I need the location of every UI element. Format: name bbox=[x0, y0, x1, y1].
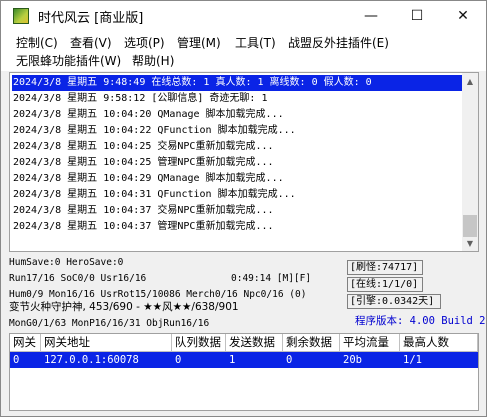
menu-bar: 控制(C) 查看(V) 选项(P) 管理(M) 工具(T) 战盟反外挂插件(E)… bbox=[1, 31, 486, 71]
menu-wuxianfeng-plugin[interactable]: 无限蜂功能插件(W) bbox=[16, 53, 121, 69]
column-header[interactable]: 最高人数 bbox=[400, 334, 478, 352]
log-line[interactable]: 2024/3/8 星期五 10:04:31 QFunction 脚本加载完成..… bbox=[12, 187, 462, 203]
table-cell: 127.0.0.1:60078 bbox=[44, 354, 139, 366]
minimize-icon: — bbox=[364, 8, 378, 24]
log-panel[interactable]: 2024/3/8 星期五 9:48:49 在线总数: 1 真人数: 1 离线数:… bbox=[9, 72, 479, 252]
menu-control[interactable]: 控制(C) bbox=[16, 35, 58, 51]
hum-status: Hum0/9 Mon16/16 UsrRot15/10086 Merch0/16… bbox=[9, 289, 307, 300]
online-box: [在线:1/1/0] bbox=[347, 277, 423, 292]
guardian-status: 变节火种守护神, 453/690 - ★★风★★/638/901 bbox=[9, 301, 239, 313]
column-header[interactable]: 剩余数据 bbox=[283, 334, 340, 352]
save-status: HumSave:0 HeroSave:0 bbox=[9, 257, 124, 268]
log-scrollbar[interactable]: ▲ ▼ bbox=[462, 73, 478, 251]
table-cell: 0 bbox=[286, 354, 293, 366]
menu-options[interactable]: 选项(P) bbox=[124, 35, 165, 51]
log-lines: 2024/3/8 星期五 9:48:49 在线总数: 1 真人数: 1 离线数:… bbox=[12, 75, 462, 235]
column-header[interactable]: 网关 bbox=[10, 334, 41, 352]
column-header[interactable]: 网关地址 bbox=[41, 334, 172, 352]
close-button[interactable]: ✕ bbox=[440, 1, 486, 31]
menu-view[interactable]: 查看(V) bbox=[70, 35, 112, 51]
log-line[interactable]: 2024/3/8 星期五 10:04:37 交易NPC重新加载完成... bbox=[12, 203, 462, 219]
log-line[interactable]: 2024/3/8 星期五 10:04:20 QManage 脚本加载完成... bbox=[12, 107, 462, 123]
engine-uptime: [引擎:0.0342天] bbox=[350, 296, 435, 307]
scroll-up-icon[interactable]: ▲ bbox=[462, 73, 478, 89]
app-logo-icon bbox=[13, 8, 29, 24]
program-version: 程序版本: 4.00 Build 20151104 bbox=[355, 315, 486, 327]
menu-help[interactable]: 帮助(H) bbox=[132, 53, 174, 69]
log-line[interactable]: 2024/3/8 星期五 10:04:37 管理NPC重新加载完成... bbox=[12, 219, 462, 235]
log-line[interactable]: 2024/3/8 星期五 9:48:49 在线总数: 1 真人数: 1 离线数:… bbox=[12, 75, 462, 91]
status-area: HumSave:0 HeroSave:0 Run17/16 SoC0/0 Usr… bbox=[1, 253, 486, 333]
scroll-down-icon[interactable]: ▼ bbox=[462, 235, 478, 251]
online-count: [在线:1/1/0] bbox=[350, 279, 419, 290]
log-line[interactable]: 2024/3/8 星期五 10:04:29 QManage 脚本加载完成... bbox=[12, 171, 462, 187]
minimize-button[interactable]: — bbox=[348, 1, 394, 31]
log-line[interactable]: 2024/3/8 星期五 10:04:25 管理NPC重新加载完成... bbox=[12, 155, 462, 171]
uptime-status: 0:49:14 [M][F] bbox=[231, 273, 312, 284]
menu-manage[interactable]: 管理(M) bbox=[177, 35, 221, 51]
menu-tools[interactable]: 工具(T) bbox=[235, 35, 276, 51]
maximize-button[interactable]: ☐ bbox=[394, 1, 440, 31]
log-line[interactable]: 2024/3/8 星期五 10:04:25 交易NPC重新加载完成... bbox=[12, 139, 462, 155]
close-icon: ✕ bbox=[457, 8, 469, 24]
scroll-thumb[interactable] bbox=[463, 215, 477, 237]
refresh-monster-count: [刷怪:74717] bbox=[350, 262, 419, 273]
log-line[interactable]: 2024/3/8 星期五 9:58:12 [公聊信息] 奇迹无聊: 1 bbox=[12, 91, 462, 107]
engine-box: [引擎:0.0342天] bbox=[347, 294, 441, 309]
gateway-table[interactable]: 网关 网关地址 队列数据 发送数据 剩余数据 平均流量 最高人数 0 127.0… bbox=[9, 333, 479, 411]
table-cell: 0 bbox=[175, 354, 182, 366]
column-header[interactable]: 队列数据 bbox=[172, 334, 226, 352]
run-status: Run17/16 SoC0/0 Usr16/16 bbox=[9, 273, 147, 284]
monster-status: MonG0/1/63 MonP16/16/31 ObjRun16/16 bbox=[9, 318, 210, 329]
menu-anticheat-plugin[interactable]: 战盟反外挂插件(E) bbox=[288, 35, 389, 51]
table-cell: 1/1 bbox=[403, 354, 422, 366]
maximize-icon: ☐ bbox=[410, 8, 424, 24]
table-cell: 1 bbox=[229, 354, 236, 366]
log-line[interactable]: 2024/3/8 星期五 10:04:22 QFunction 脚本加载完成..… bbox=[12, 123, 462, 139]
column-header[interactable]: 发送数据 bbox=[226, 334, 283, 352]
window-title: 时代风云 [商业版] bbox=[38, 10, 144, 26]
table-cell: 20b bbox=[343, 354, 362, 366]
main-window: 时代风云 [商业版] — ☐ ✕ 控制(C) 查看(V) 选项(P) 管理(M)… bbox=[0, 0, 487, 417]
table-row[interactable]: 0 127.0.0.1:60078 0 1 0 20b 1/1 bbox=[10, 352, 478, 368]
refresh-monster-box: [刷怪:74717] bbox=[347, 260, 423, 275]
column-header[interactable]: 平均流量 bbox=[340, 334, 400, 352]
table-header: 网关 网关地址 队列数据 发送数据 剩余数据 平均流量 最高人数 bbox=[10, 334, 478, 352]
title-bar[interactable]: 时代风云 [商业版] — ☐ ✕ bbox=[1, 1, 486, 31]
table-cell: 0 bbox=[13, 354, 20, 366]
